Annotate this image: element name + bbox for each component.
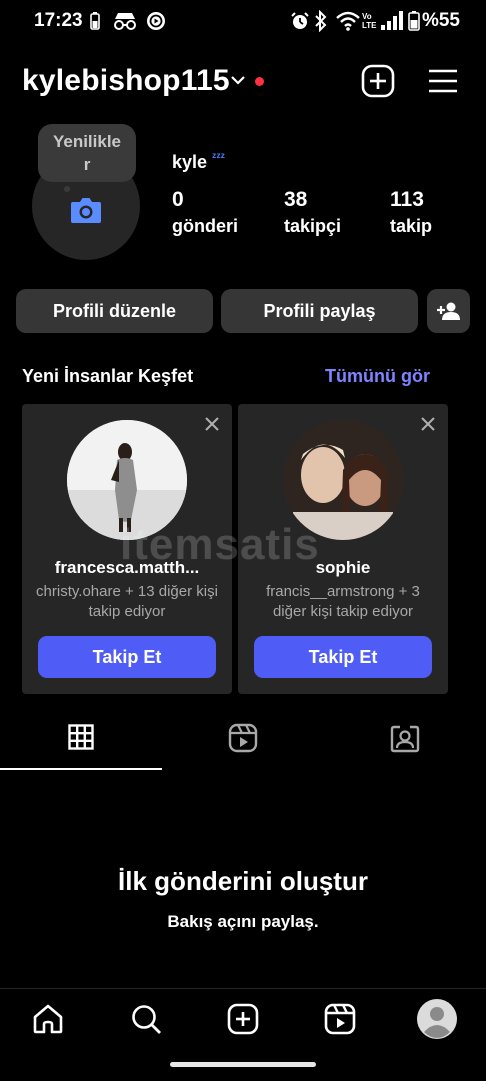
battery-small-icon [90, 12, 100, 30]
dismiss-suggestion-button[interactable] [420, 416, 436, 437]
see-all-link[interactable]: Tümünü gör [325, 366, 430, 387]
stat-posts[interactable]: 0 gönderi [172, 188, 238, 237]
plus-square-icon [227, 1003, 259, 1035]
stat-followers[interactable]: 38 takipçi [284, 188, 341, 237]
create-button[interactable] [361, 64, 395, 98]
search-icon [132, 1005, 161, 1034]
tab-reels[interactable] [228, 723, 258, 758]
tagged-person-icon [390, 725, 420, 753]
notes-bubble-line1: Yenilikle [52, 132, 122, 151]
stat-following[interactable]: 113 takip [390, 188, 432, 237]
reels-icon [324, 1003, 356, 1035]
stat-following-label: takip [390, 216, 433, 236]
incognito-icon [114, 13, 136, 30]
wifi-icon [336, 11, 360, 31]
empty-state-subtitle: Bakış açını paylaş. [167, 912, 319, 931]
discover-people-button[interactable] [427, 289, 470, 333]
hamburger-menu-icon [429, 69, 457, 93]
nav-create[interactable] [227, 1003, 259, 1040]
menu-button[interactable] [428, 68, 458, 94]
follow-button[interactable]: Takip Et [254, 636, 432, 678]
tab-tagged[interactable] [390, 723, 420, 758]
media-record-icon [147, 12, 165, 30]
nav-home[interactable] [32, 1003, 64, 1040]
watermark: itemsatis [120, 520, 320, 569]
volte-label: Vo LTE [362, 12, 377, 30]
nav-search[interactable] [130, 1003, 162, 1040]
close-icon [205, 417, 219, 431]
profile-avatar-icon [417, 999, 457, 1039]
battery-icon [408, 11, 420, 31]
notification-dot [255, 77, 264, 86]
chevron-down-icon[interactable] [230, 74, 246, 86]
empty-state-title: İlk gönderini oluştur [118, 866, 368, 896]
dismiss-suggestion-button[interactable] [204, 416, 220, 437]
stat-followers-label: takipçi [284, 216, 342, 236]
alarm-icon [291, 12, 309, 29]
status-time: 17:23 [34, 10, 83, 31]
suggestion-mutuals: christy.ohare + 13 diğer kişi takip ediy… [36, 583, 218, 620]
stat-followers-value: 38 [284, 188, 308, 211]
active-tab-indicator [0, 768, 162, 770]
home-icon [33, 1004, 63, 1034]
suggestion-mutuals: francis__armstrong + 3 diğer kişi takip … [266, 583, 420, 620]
grid-icon [68, 724, 94, 750]
plus-square-icon [361, 64, 395, 98]
bluetooth-icon [315, 10, 327, 32]
nav-profile[interactable] [416, 998, 458, 1045]
stat-posts-value: 0 [172, 188, 184, 211]
tab-posts-grid[interactable] [68, 724, 94, 755]
notes-bubble-tail [64, 186, 70, 192]
nav-reels[interactable] [324, 1003, 356, 1040]
signal-icon [381, 11, 403, 30]
camera-icon [71, 198, 101, 223]
profile-username[interactable]: kylebishop115 [22, 64, 230, 98]
share-profile-button[interactable]: Profili paylaş [221, 289, 418, 333]
notes-bubble[interactable]: Yenilikle r [38, 124, 136, 182]
bottom-navigation [0, 988, 486, 1081]
follow-button[interactable]: Takip Et [38, 636, 216, 678]
stat-posts-label: gönderi [172, 216, 238, 236]
edit-profile-button[interactable]: Profili düzenle [16, 289, 213, 333]
battery-percent: %55 [421, 10, 460, 31]
notes-bubble-line2: r [83, 155, 91, 174]
reels-icon [228, 723, 258, 753]
display-name: kyle [172, 152, 208, 172]
stat-following-value: 113 [390, 188, 424, 211]
status-bar: 17:23 Vo LTE %55 [0, 0, 486, 42]
discover-title: Yeni İnsanlar Keşfet [22, 366, 194, 386]
home-indicator [170, 1062, 316, 1067]
close-icon [421, 417, 435, 431]
add-person-icon [436, 302, 460, 320]
sleep-emoji: ᶻᶻᶻ [212, 150, 226, 164]
